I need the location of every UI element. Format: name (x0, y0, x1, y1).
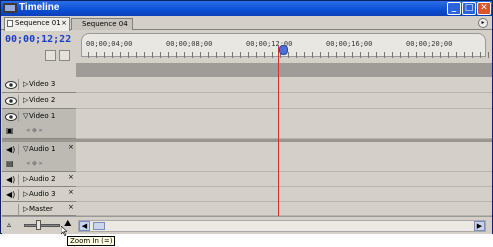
speaker-icon[interactable]: ◀) (6, 175, 15, 184)
tab-label: Sequence 04 (82, 20, 128, 28)
waveform-icon[interactable]: ▤ (6, 159, 14, 168)
track-area-audio-2[interactable] (76, 172, 492, 187)
ruler-label: 00;00;08;00 (166, 40, 213, 48)
ruler-ticks (88, 52, 490, 58)
keyframe-nav-icon[interactable]: ◂ ◆ ▸ (26, 126, 43, 134)
track-header-audio-1[interactable]: ◀) ▽ Audio 1 × ▤ ◂ ◆ ▸ (2, 142, 76, 172)
track-header-video-1[interactable]: ▽ Video 1 ▣ ◂ ◆ ▸ (2, 109, 76, 139)
track-header-video-2[interactable]: ▷ Video 2 (2, 93, 76, 109)
track-area-audio-3[interactable] (76, 187, 492, 202)
playhead-line (278, 46, 279, 216)
panel-menu-icon[interactable]: ▸ (478, 18, 488, 28)
time-ruler[interactable]: 00;00;04;00 00;00;08;00 00;00;12;00 00;0… (76, 31, 492, 64)
scroll-left-icon[interactable]: ◀ (79, 221, 90, 231)
expand-triangle-icon[interactable]: ▷ (23, 96, 28, 104)
track-name: Audio 3 (29, 190, 56, 198)
expand-triangle-icon[interactable]: ▷ (23, 190, 28, 198)
marker-icon[interactable] (59, 50, 70, 61)
track-name: Video 1 (29, 112, 56, 120)
track-header-audio-3[interactable]: ◀) ▷ Audio 3 × (2, 187, 76, 202)
track-name: Audio 1 (29, 145, 56, 153)
close-button[interactable]: ✕ (477, 2, 491, 15)
ruler-label: 00;00;04;00 (86, 40, 133, 48)
snap-icon[interactable] (45, 50, 56, 61)
keyframe-nav-icon[interactable]: ◂ ◆ ▸ (26, 159, 43, 167)
title-bar[interactable]: Timeline _ □ ✕ (1, 1, 492, 16)
maximize-button[interactable]: □ (462, 2, 476, 15)
eye-icon[interactable] (5, 113, 17, 121)
track-name: Video 2 (29, 96, 56, 104)
scroll-right-icon[interactable]: ▶ (474, 221, 485, 231)
playhead-handle[interactable] (279, 45, 288, 55)
tab-label: Sequence 01 (15, 19, 61, 27)
track-area-video-3[interactable] (76, 77, 492, 93)
app-icon (3, 3, 17, 13)
speaker-icon[interactable]: ◀) (6, 145, 15, 154)
tab-bar: Sequence 01 × Sequence 04 ▸ (1, 16, 492, 31)
display-style-icon[interactable]: ▣ (6, 126, 14, 135)
zoom-out-icon[interactable]: ▵ (7, 220, 11, 229)
work-area-bar[interactable] (76, 63, 492, 77)
sequence-icon (7, 20, 13, 27)
expand-triangle-icon[interactable]: ▷ (23, 175, 28, 183)
horizontal-scrollbar[interactable]: ◀ ▶ (78, 220, 486, 232)
track-name: Video 3 (29, 80, 56, 88)
current-timecode[interactable]: 00;00;12;22 (5, 34, 71, 45)
zoom-slider[interactable] (24, 224, 60, 227)
collapse-triangle-icon[interactable]: ▽ (23, 112, 28, 120)
track-marker-icon: × (68, 143, 74, 151)
expand-triangle-icon[interactable]: ▷ (23, 80, 28, 88)
eye-icon[interactable] (5, 81, 17, 89)
track-header-video-3[interactable]: ▷ Video 3 (2, 77, 76, 93)
collapse-triangle-icon[interactable]: ▽ (23, 145, 28, 153)
track-name: Audio 2 (29, 175, 56, 183)
expand-triangle-icon[interactable]: ▷ (23, 205, 28, 213)
track-header-master[interactable]: ▷ Master × (2, 202, 76, 216)
bottom-bar: ▵ ⛰ ◀ ▶ (2, 216, 492, 234)
track-name: Master (29, 205, 53, 213)
track-area-video-2[interactable] (76, 93, 492, 109)
track-marker-icon: × (68, 203, 74, 211)
tab-sequence-04[interactable]: Sequence 04 (71, 18, 133, 30)
track-area-video-1[interactable] (76, 109, 492, 139)
ruler-label: 00;00;20;00 (406, 40, 453, 48)
tab-close-icon[interactable]: × (61, 18, 67, 29)
tab-sequence-01[interactable]: Sequence 01 × (4, 17, 70, 31)
mouse-cursor-icon (61, 226, 67, 236)
track-area-master[interactable] (76, 202, 492, 216)
zoom-slider-thumb[interactable] (36, 220, 41, 230)
minimize-button[interactable]: _ (447, 2, 461, 15)
track-marker-icon: × (68, 188, 74, 196)
ruler-track: 00;00;04;00 00;00;08;00 00;00;12;00 00;0… (81, 33, 490, 58)
track-header-audio-2[interactable]: ◀) ▷ Audio 2 × (2, 172, 76, 187)
ruler-label: 00;00;16;00 (326, 40, 373, 48)
speaker-icon[interactable]: ◀) (6, 190, 15, 199)
track-area-audio-1[interactable] (76, 142, 492, 172)
timeline-controls: 00;00;12;22 (2, 31, 76, 76)
window-title: Timeline (19, 2, 60, 13)
eye-icon[interactable] (5, 97, 17, 105)
track-marker-icon: × (68, 173, 74, 181)
zoom-in-tooltip: Zoom In (=) (67, 236, 116, 246)
timeline-window: Timeline _ □ ✕ Sequence 01 × Sequence 04… (0, 0, 493, 234)
scrollbar-thumb[interactable] (93, 222, 105, 230)
